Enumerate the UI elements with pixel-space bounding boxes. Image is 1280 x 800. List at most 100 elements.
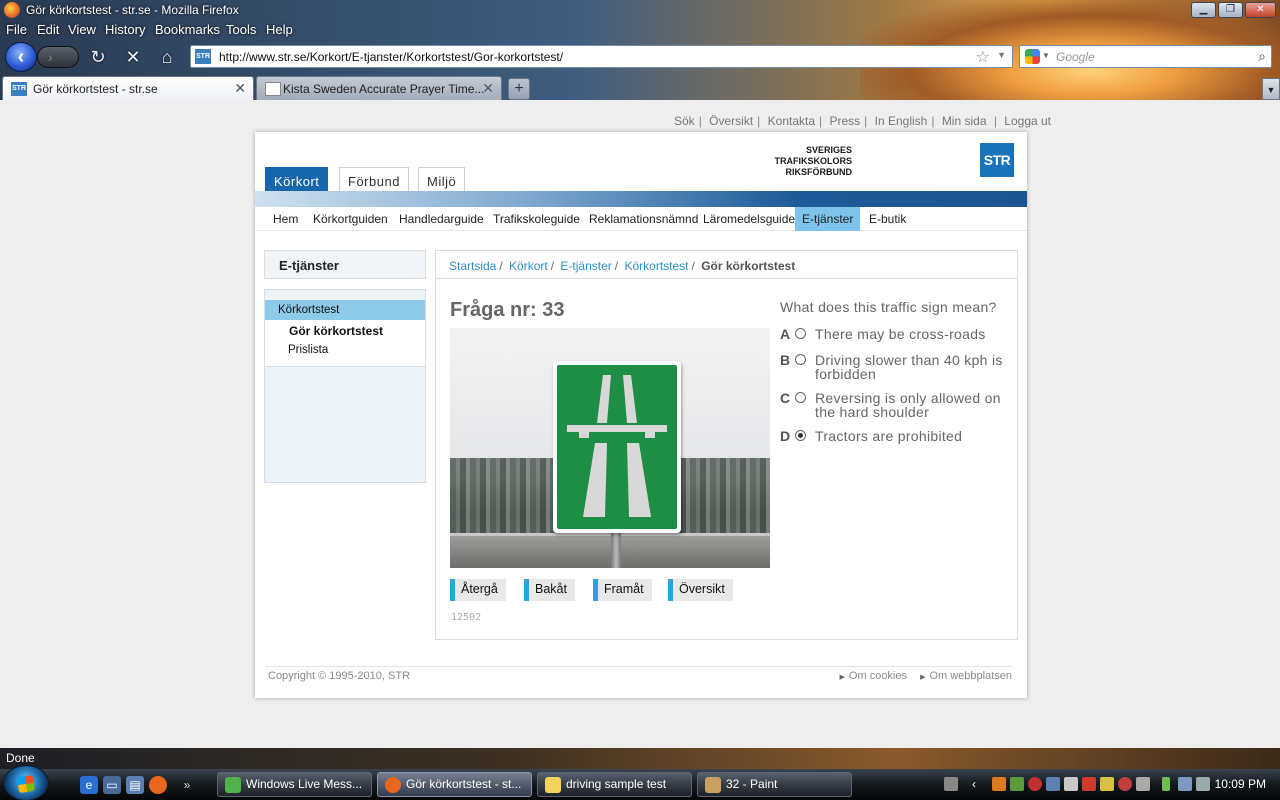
footer-links: ▶ Om cookies ▶ Om webbplatsen (839, 670, 1012, 682)
tray-app5-icon[interactable] (1082, 777, 1096, 791)
taskbar-item-messenger[interactable]: Windows Live Mess... (217, 772, 372, 797)
sidebar-item-prislista[interactable]: Prislista (288, 344, 328, 356)
link-om-cookies[interactable]: Om cookies (849, 670, 907, 682)
tab-prayer-times[interactable]: Kista Sweden Accurate Prayer Time... ✕ (256, 76, 502, 100)
link-min-sida[interactable]: Min sida (942, 114, 987, 128)
back-question-button[interactable]: Bakåt (524, 579, 575, 601)
motorway-symbol-icon (567, 375, 667, 517)
link-kontakta[interactable]: Kontakta (768, 114, 815, 128)
tray-app8-icon[interactable] (1136, 777, 1150, 791)
tray-app3-icon[interactable] (1046, 777, 1060, 791)
battery-icon[interactable] (1162, 777, 1170, 791)
taskbar-item-firefox[interactable]: Gör körkortstest - st... (377, 772, 532, 797)
crumb-korkort[interactable]: Körkort (509, 259, 548, 273)
keyboard-icon[interactable] (944, 777, 958, 791)
subnav-laromedelsguide[interactable]: Läromedelsguide (696, 207, 802, 231)
crumb-e-tjanster[interactable]: E-tjänster (560, 259, 611, 273)
subnav-handledarguide[interactable]: Handledarguide (392, 207, 491, 231)
menu-file[interactable]: File (6, 22, 27, 37)
tab-forbund[interactable]: Förbund (339, 167, 409, 194)
link-logga-ut[interactable]: Logga ut (1004, 114, 1051, 128)
tab-korkort[interactable]: Körkort (265, 167, 329, 194)
subnav-e-tjanster[interactable]: E-tjänster (795, 207, 861, 231)
option-b-radio[interactable] (795, 354, 806, 365)
switch-windows-icon[interactable]: ▤ (126, 776, 144, 794)
network-icon[interactable] (1178, 777, 1192, 791)
firefox-quicklaunch-icon[interactable] (149, 776, 167, 794)
engine-dropdown-icon[interactable]: ▼ (1042, 51, 1050, 60)
subnav-korkortguiden[interactable]: Körkortguiden (306, 207, 395, 231)
crumb-startsida[interactable]: Startsida (449, 259, 496, 273)
forward-button[interactable]: › (37, 46, 79, 68)
bookmark-star-icon[interactable]: ☆ (976, 47, 990, 67)
subnav-hem[interactable]: Hem (266, 207, 305, 231)
tray-app6-icon[interactable] (1100, 777, 1114, 791)
option-c[interactable]: C Reversing is only allowed on the hard … (780, 391, 1010, 421)
home-icon[interactable]: ⌂ (157, 47, 177, 67)
search-icon[interactable]: ⌕ (1258, 48, 1266, 65)
volume-icon[interactable] (1196, 777, 1210, 791)
menu-view[interactable]: View (68, 22, 96, 37)
address-bar[interactable]: STR http://www.str.se/Korkort/E-tjanster… (190, 45, 1013, 68)
tab-list-button[interactable]: ▼ (1262, 78, 1280, 100)
tray-antivirus-icon[interactable] (1028, 777, 1042, 791)
clock[interactable]: 10:09 PM (1215, 777, 1266, 791)
taskbar-item-paint[interactable]: 32 - Paint (697, 772, 852, 797)
tab-gor-korkortstest[interactable]: STR Gör körkortstest - str.se ✕ (2, 76, 254, 100)
option-d[interactable]: D Tractors are prohibited (780, 429, 1010, 445)
firefox-icon (4, 2, 20, 18)
subnav-reklamationsnamnd[interactable]: Reklamationsnämnd (582, 207, 705, 231)
back-button[interactable]: ‹ (5, 42, 37, 72)
link-in-english[interactable]: In English (875, 114, 928, 128)
link-oversikt[interactable]: Översikt (709, 114, 753, 128)
subnav-trafikskoleguide[interactable]: Trafikskoleguide (486, 207, 587, 231)
tab-miljo[interactable]: Miljö (418, 167, 466, 194)
option-c-radio[interactable] (795, 392, 806, 403)
overview-button[interactable]: Översikt (668, 579, 733, 601)
sidebar-item-gor-korkortstest[interactable]: Gör körkortstest (289, 324, 383, 338)
start-button[interactable] (3, 765, 49, 800)
close-window-button[interactable]: ✕ (1245, 2, 1276, 18)
link-sok[interactable]: Sök (674, 114, 695, 128)
return-button[interactable]: Återgå (450, 579, 506, 601)
internet-explorer-icon[interactable]: e (80, 776, 98, 794)
stop-icon[interactable]: ✕ (123, 47, 143, 67)
status-text: Done (6, 751, 35, 765)
menu-history[interactable]: History (105, 22, 145, 37)
tray-expand-icon[interactable]: ‹ (972, 777, 986, 791)
menu-help[interactable]: Help (266, 22, 293, 37)
close-tab-icon[interactable]: ✕ (234, 80, 246, 97)
quicklaunch-more-icon[interactable]: » (178, 776, 196, 794)
next-question-button[interactable]: Framåt (593, 579, 652, 601)
taskbar-item-document[interactable]: driving sample test (537, 772, 692, 797)
maximize-button[interactable]: ❐ (1218, 2, 1243, 18)
tray-app1-icon[interactable] (992, 777, 1006, 791)
show-desktop-icon[interactable]: ▭ (103, 776, 121, 794)
menu-bookmarks[interactable]: Bookmarks (155, 22, 220, 37)
crumb-korkortstest[interactable]: Körkortstest (624, 259, 688, 273)
sidebar-heading: E-tjänster (264, 250, 426, 279)
sidebar-item-korkortstest[interactable]: Körkortstest (265, 300, 425, 320)
url-dropdown-icon[interactable]: ▼ (997, 50, 1006, 60)
search-bar[interactable]: ▼ Google ⌕ (1019, 45, 1272, 68)
url-text[interactable]: http://www.str.se/Korkort/E-tjanster/Kor… (219, 50, 563, 64)
subnav-e-butik[interactable]: E-butik (862, 207, 913, 231)
tray-app2-icon[interactable] (1010, 777, 1024, 791)
search-input[interactable]: Google (1056, 50, 1095, 64)
minimize-button[interactable]: ▁ (1191, 2, 1216, 18)
close-tab-icon[interactable]: ✕ (482, 80, 494, 97)
copyright-text: Copyright © 1995-2010, STR (268, 670, 411, 682)
link-press[interactable]: Press (829, 114, 860, 128)
link-om-webbplatsen[interactable]: Om webbplatsen (929, 670, 1012, 682)
menu-tools[interactable]: Tools (226, 22, 256, 37)
option-a-radio[interactable] (795, 328, 806, 339)
google-icon[interactable] (1025, 49, 1040, 64)
new-tab-button[interactable]: + (508, 78, 530, 100)
reload-icon[interactable]: ↻ (88, 47, 108, 67)
option-a[interactable]: A There may be cross-roads (780, 327, 1010, 343)
tray-app7-icon[interactable] (1118, 777, 1132, 791)
tray-app4-icon[interactable] (1064, 777, 1078, 791)
option-b[interactable]: B Driving slower than 40 kph is forbidde… (780, 353, 1010, 383)
menu-edit[interactable]: Edit (37, 22, 59, 37)
option-d-radio[interactable] (795, 430, 806, 441)
